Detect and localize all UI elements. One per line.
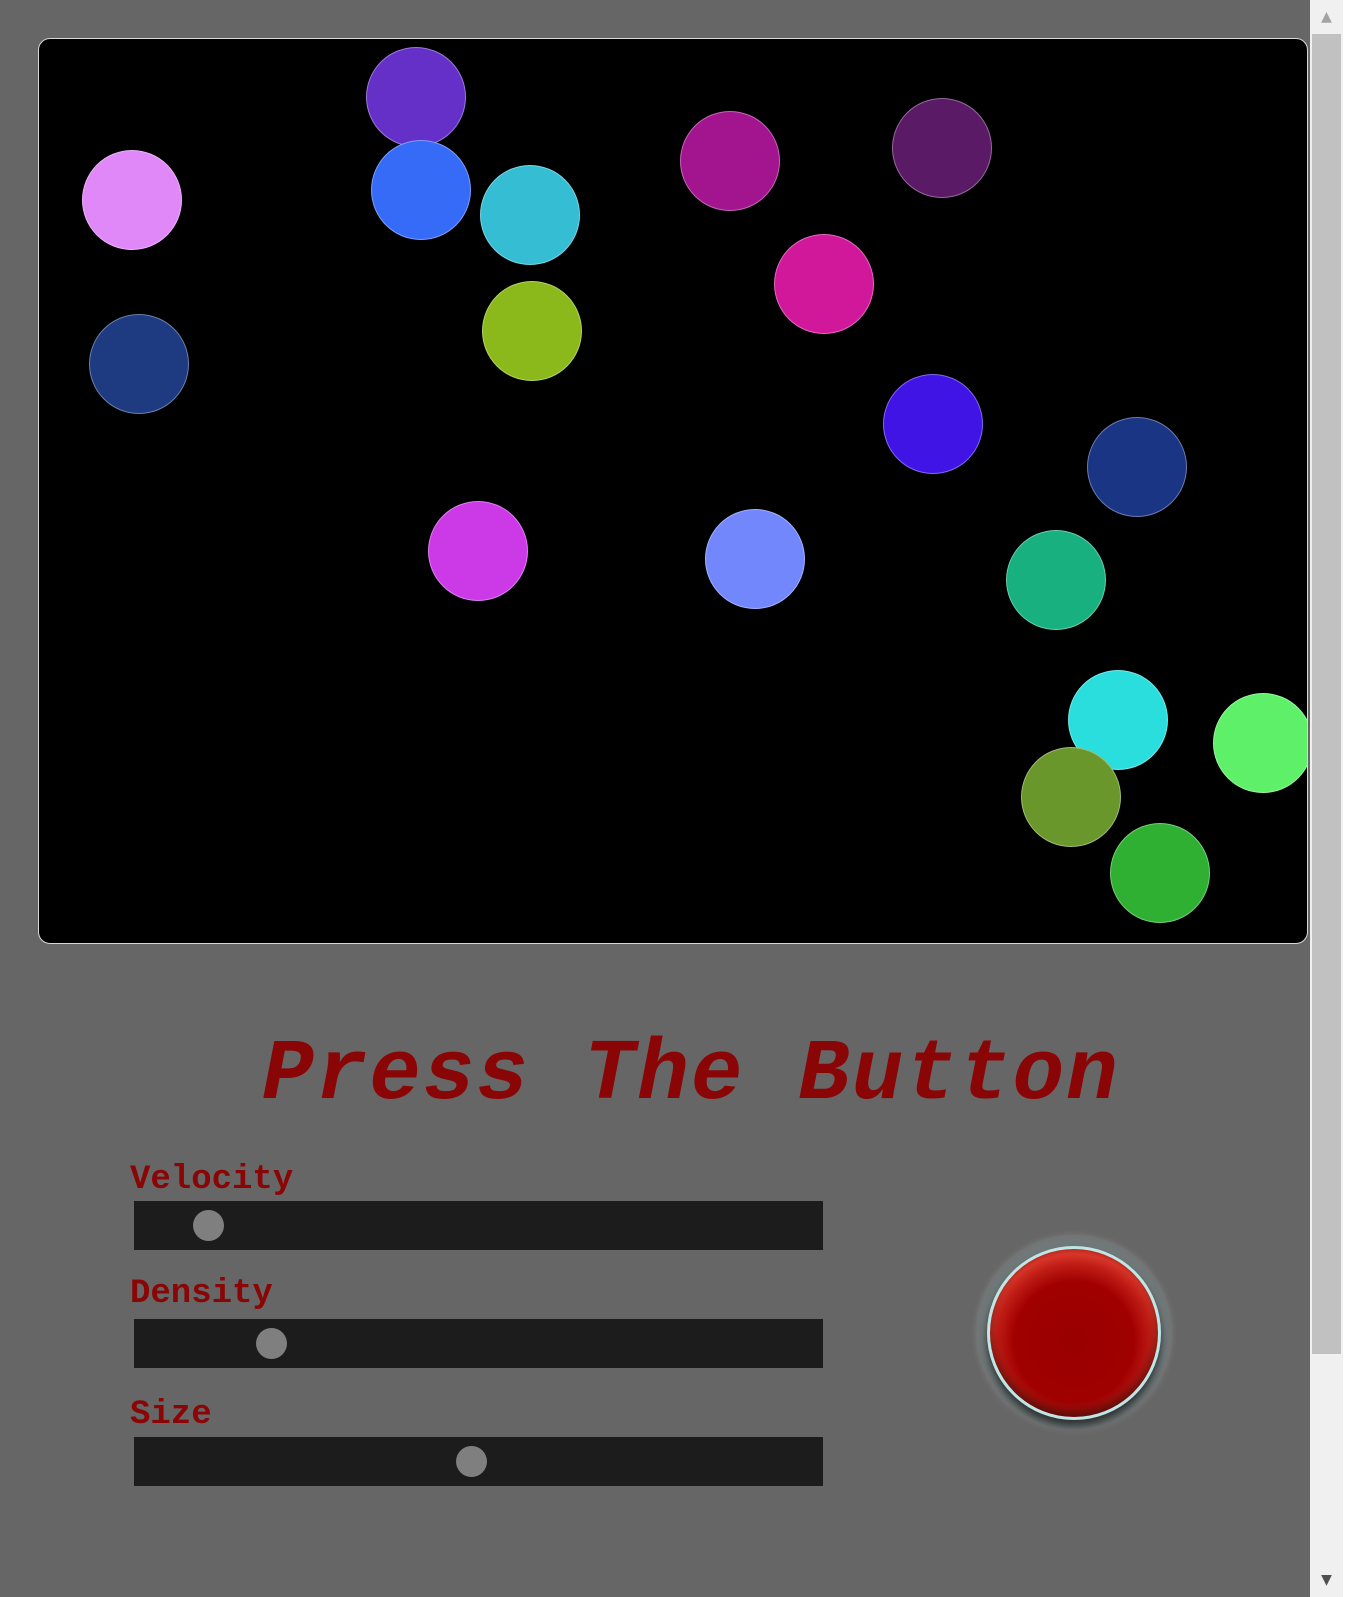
density-slider[interactable] bbox=[134, 1319, 823, 1368]
ball bbox=[1006, 530, 1106, 630]
page-title: Press The Button bbox=[262, 1026, 1120, 1124]
window-edge bbox=[1343, 0, 1368, 1597]
ball bbox=[371, 140, 471, 240]
ball bbox=[705, 509, 805, 609]
ball bbox=[680, 111, 780, 211]
ball bbox=[482, 281, 582, 381]
ball bbox=[1213, 693, 1307, 793]
ball-canvas bbox=[38, 38, 1308, 944]
scroll-down-arrow-icon[interactable]: ▼ bbox=[1310, 1563, 1343, 1597]
density-slider-thumb[interactable] bbox=[256, 1328, 287, 1359]
ball bbox=[892, 98, 992, 198]
ball bbox=[1110, 823, 1210, 923]
density-label: Density bbox=[130, 1275, 273, 1313]
size-slider-thumb[interactable] bbox=[456, 1446, 487, 1477]
scrollbar-thumb[interactable] bbox=[1312, 34, 1341, 1354]
ball bbox=[480, 165, 580, 265]
size-label: Size bbox=[130, 1396, 212, 1434]
ball bbox=[428, 501, 528, 601]
ball bbox=[89, 314, 189, 414]
velocity-slider[interactable] bbox=[134, 1201, 823, 1250]
velocity-slider-thumb[interactable] bbox=[193, 1210, 224, 1241]
press-button[interactable] bbox=[987, 1246, 1161, 1420]
size-slider[interactable] bbox=[134, 1437, 823, 1486]
ball bbox=[883, 374, 983, 474]
scroll-up-arrow-icon[interactable]: ▲ bbox=[1310, 0, 1343, 34]
ball bbox=[774, 234, 874, 334]
velocity-label: Velocity bbox=[130, 1161, 294, 1199]
ball bbox=[82, 150, 182, 250]
ball bbox=[1021, 747, 1121, 847]
vertical-scrollbar[interactable]: ▲ ▼ bbox=[1310, 0, 1343, 1597]
ball bbox=[1087, 417, 1187, 517]
ball bbox=[366, 47, 466, 147]
